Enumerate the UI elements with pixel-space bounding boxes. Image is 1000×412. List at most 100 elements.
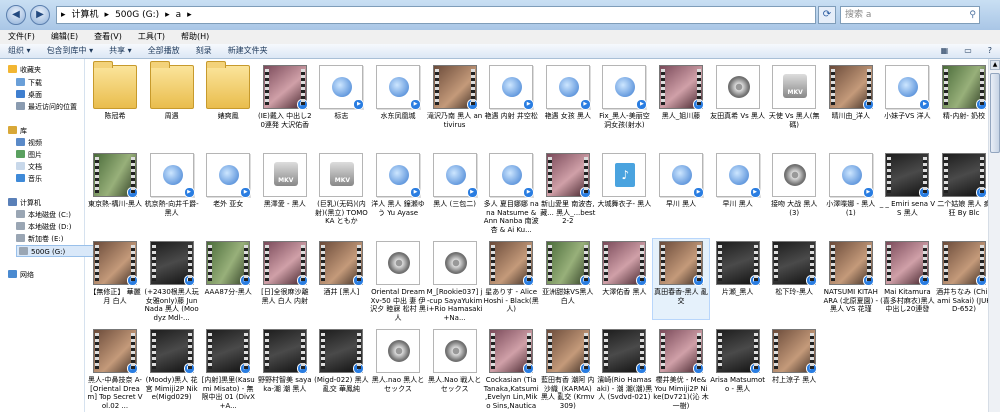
file-item[interactable]: ▶ 真田春香-黑人 亂交 [652, 238, 710, 320]
toolbar-button[interactable]: 刻录 [188, 44, 220, 58]
sidebar-item[interactable]: 音乐 [16, 173, 42, 185]
file-item[interactable]: ▶ 櫻井美优 - Me& You Mimiji2P Nike(Dv721)(沁 木… [653, 327, 709, 410]
file-item[interactable]: ▶ 小澤喋娜 - 黑人 (1) [823, 151, 879, 231]
preview-pane-icon[interactable]: ▭ [956, 44, 980, 58]
refresh-button[interactable]: ⟳ [818, 6, 836, 24]
file-item[interactable]: ▶ 早川 黑人 [653, 151, 709, 231]
toolbar-button[interactable]: 全部播放 [140, 44, 188, 58]
file-item[interactable]: ▶ (+2430根黑人玩 女雅only)藤 Jun Nada 黑人 (Moodyz… [144, 239, 200, 322]
file-item[interactable]: ▶ 洋人 黑人 鐘瀬ゆう Yu Ayase [370, 151, 426, 231]
file-item[interactable]: ▶ 野野村智美 sayaka-潮 潮 黑人 [257, 327, 313, 407]
file-item[interactable]: MKV 天使 Vs 黑人(無碼) [766, 63, 822, 143]
sidebar-item[interactable]: 桌面 [16, 89, 42, 101]
file-item[interactable]: ▶ 村上涼子 黑人 [766, 327, 822, 407]
toolbar-button[interactable]: 组织 ▾ [0, 44, 39, 58]
scroll-up-icon[interactable]: ▲ [990, 60, 1000, 70]
file-item[interactable]: ▶ 小妹子VS 洋人 [879, 63, 935, 143]
file-item[interactable]: ▶ 标志 [313, 63, 369, 143]
file-item[interactable]: MKV (巨乳)(无码)(内射)(黑立) TOMOKA ともか [313, 151, 369, 231]
address-bar[interactable]: ▸ 计算机 ▸ 500G (G:) ▸ a ▸ [56, 6, 816, 24]
sidebar-item[interactable]: 收藏夹 [8, 64, 41, 76]
file-item[interactable]: ♪ 大城舞衣子- 黑人 [596, 151, 652, 231]
file-item[interactable]: ▶ 新山愛里 南波杏, 藏... 黑人_...best 2-2 [540, 151, 596, 231]
menu-item[interactable]: 查看(V) [86, 30, 130, 44]
toolbar-button[interactable]: 共享 ▾ [101, 44, 140, 58]
menu-item[interactable]: 文件(F) [0, 30, 43, 44]
file-item[interactable]: ▶ 濱崎(Rio Hamasaki) - 潮 潮(潮)黑人 (Svdvd-021) [596, 327, 652, 407]
sidebar-item[interactable]: 库 [8, 125, 27, 137]
file-item[interactable]: ▶ 片瀬_黑人 [710, 239, 766, 319]
breadcrumb-item[interactable]: a [176, 10, 182, 20]
sidebar-item[interactable]: 下载 [16, 77, 42, 89]
file-item[interactable]: ▶ 老外 亚女 [200, 151, 256, 231]
menu-item[interactable]: 工具(T) [130, 30, 173, 44]
menu-item[interactable]: 帮助(H) [173, 30, 217, 44]
file-item[interactable]: 黑人.nao 黑人とセックス [370, 327, 426, 407]
file-item[interactable]: 婊爽鳳 [200, 61, 256, 143]
file-item[interactable]: ▶ 藍田有香 潮阿 内 沙織_(KARMA) 黑人 亂交 (Krmv309) [540, 327, 596, 410]
file-item[interactable]: Oriental Dream Xv-50 中出 妻 伊沢夕 睦寐 松村 黑人 [370, 239, 426, 322]
sidebar-item[interactable]: 计算机 [8, 197, 41, 209]
file-item[interactable]: ▶ 星ありす - Alice Hoshi - Black(黑人) [483, 239, 539, 319]
file-item[interactable]: ▶ 黑人-中鼻技奈 A-[Oriental Dream] Top Secret V… [87, 327, 143, 410]
file-item[interactable]: ▶ Cockasian (Tia Tanaka,Katsumi ,Evelyn L… [483, 327, 539, 410]
file-item[interactable]: ▶ (IE)戴入 中出し20連発 大沢佑香 [257, 63, 313, 143]
file-item[interactable]: ▶ 黑人_姐川藤 [653, 63, 709, 143]
file-item[interactable]: ▶ 早川 黑人 [710, 151, 766, 231]
file-item[interactable]: ▶ 松下玲-黑人 [766, 239, 822, 319]
back-button[interactable]: ◀ [6, 5, 26, 25]
toolbar-button[interactable]: 包含到库中 ▾ [39, 44, 102, 58]
sidebar-item[interactable]: 本地磁盘 (D:) [16, 221, 71, 233]
file-item[interactable]: ▶ [日]全很麻沙離 黑人 白人 内射 [257, 239, 313, 319]
file-item[interactable]: ▶ (Migd-022) 黑人 亂交 華鳳純 [313, 327, 369, 407]
file-item[interactable]: ▶ 艳遇 内射 井空松 [483, 63, 539, 143]
sidebar-item[interactable]: 本地磁盘 (C:) [16, 209, 71, 221]
file-item[interactable]: ▶ [内射]黒里(Kasumi Misato) - 無限中出 01 (DivX+A… [200, 327, 256, 410]
file-item[interactable]: ▶ 東京熱-構川-黑人 [87, 151, 143, 231]
file-item[interactable]: ▶ 多人 夏目娜娜 nana Natsume & Ann Nanba 南波杏 & … [483, 151, 539, 234]
file-item[interactable]: ▶ 大澤佑香 黑人 [596, 239, 652, 319]
file-item[interactable]: ▶ 艳遇 女孩 黑人 [540, 63, 596, 143]
sidebar-item[interactable]: 视频 [16, 137, 42, 149]
file-item[interactable]: ▶ 酒井ちなみ (Chinami Sakai) (JUKD-652) [936, 239, 992, 319]
file-item[interactable]: ▶ 【無修正】 華麗月 白人 [87, 239, 143, 319]
sidebar-item[interactable]: 新加卷 (E:) [16, 233, 63, 245]
file-item[interactable]: 周遇 [144, 61, 200, 143]
file-item[interactable]: M_[Rookie037] j-cup SayaYukimi+Rio Hamas… [427, 239, 483, 322]
file-item[interactable]: ▶ 黑人 (三包二) [427, 151, 483, 231]
file-item[interactable]: ▶ 杭京熱-向井千爵-黑人 [144, 151, 200, 231]
file-item[interactable]: 陈冠希 [87, 61, 143, 143]
search-input[interactable]: 搜索 a ⚲ [840, 6, 980, 24]
breadcrumb-item[interactable]: 计算机 [72, 10, 99, 20]
file-item[interactable]: ▶ 酒井 [黑人] [313, 239, 369, 319]
file-item[interactable]: MKV 黑澤愛 - 黑人 [257, 151, 313, 231]
file-item[interactable]: ▶ _ _ Emiri sena VS 黑人 [879, 151, 935, 231]
file-item[interactable]: ▶ AAA87分-黑人 [200, 239, 256, 319]
sidebar-item[interactable]: 图片 [16, 149, 42, 161]
sidebar-item[interactable]: 文档 [16, 161, 42, 173]
file-item[interactable]: ▶ 滝沢乃南 黑人 antivirus [427, 63, 483, 143]
vertical-scrollbar[interactable]: ▲ [988, 59, 1000, 412]
view-options-icon[interactable]: ▦ [933, 44, 957, 58]
file-item[interactable]: ▶ 亚洲甜妹VS黑人 白人 [540, 239, 596, 319]
file-item[interactable]: ▶ (Moody)黑人 花宮 Mimiji2P Nike(Migd029) [144, 327, 200, 407]
sidebar-item[interactable]: 最近访问的位置 [16, 101, 77, 113]
file-item[interactable]: ▶ 水东凤凰城 [370, 63, 426, 143]
breadcrumb-item[interactable]: 500G (G:) [115, 10, 159, 20]
file-item[interactable]: 黑人.Nao 戦人とセックス [427, 327, 483, 407]
toolbar-button[interactable]: 新建文件夹 [220, 44, 276, 58]
menu-item[interactable]: 编辑(E) [43, 30, 86, 44]
file-item[interactable]: ▶ 晴川由_洋人 [823, 63, 879, 143]
file-item[interactable]: ▶ 精-内射- 奶校 [936, 63, 992, 143]
file-item[interactable]: 友田真希 Vs 黑人 [710, 63, 766, 143]
file-item[interactable]: ▶ Fix_黑人-美丽空洞女孩(射水) [596, 63, 652, 143]
scroll-thumb[interactable] [990, 73, 1000, 153]
sidebar-item[interactable]: 网络 [8, 269, 34, 281]
file-item[interactable]: 接吻 大战 黑人 (3) [766, 151, 822, 231]
file-item[interactable]: ▶ Mai Kitamura (喜多村麻衣)黑人 中出し20連發 [879, 239, 935, 319]
forward-button[interactable]: ▶ [30, 5, 50, 25]
file-item[interactable]: ▶ 二个姑娘 黑人 疯 狂 By Blc [936, 151, 992, 231]
sidebar-item[interactable]: 500G (G:) [16, 245, 94, 257]
file-item[interactable]: ▶ Arisa Matsumoto - 黑人 [710, 327, 766, 407]
file-item[interactable]: ▶ NATSUMI KITAHARA (北原夏園) - 黑人 VS 花瑾 [823, 239, 879, 319]
